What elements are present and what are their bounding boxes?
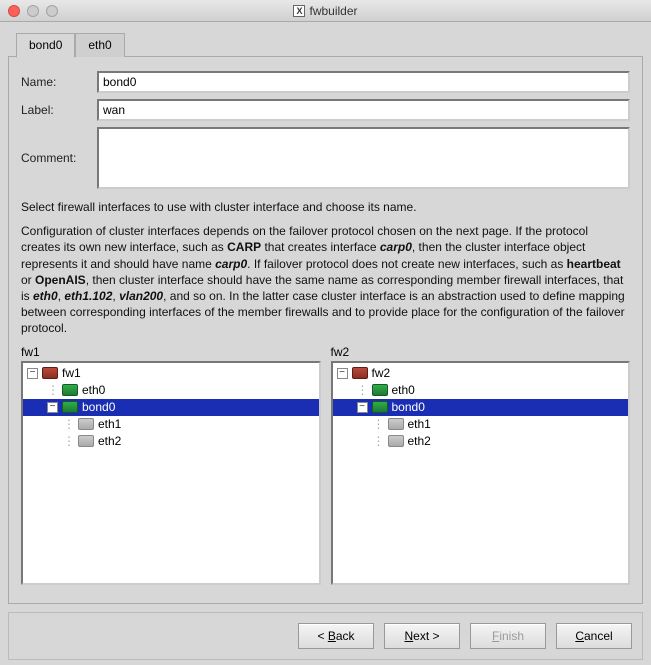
sub-interface-icon	[78, 435, 94, 447]
interface-icon	[62, 384, 78, 396]
tree-item-label: eth2	[408, 434, 431, 448]
comment-textarea[interactable]	[97, 127, 630, 189]
tree-row-root[interactable]: − fw2	[333, 365, 629, 382]
window-controls	[0, 5, 58, 17]
expander-icon[interactable]: −	[47, 402, 58, 413]
zoom-window-button[interactable]	[46, 5, 58, 17]
tree-guide: ⋮	[373, 434, 384, 448]
tree-row-sub[interactable]: ⋮ eth2	[23, 433, 319, 450]
tree-item-label: bond0	[392, 400, 425, 414]
expander-icon[interactable]: −	[27, 368, 38, 379]
interface-icon	[372, 384, 388, 396]
titlebar: X fwbuilder	[0, 0, 651, 22]
next-button[interactable]: Next >	[384, 623, 460, 649]
tree-row-if[interactable]: ⋮ eth0	[23, 382, 319, 399]
tree-item-label: eth0	[82, 383, 105, 397]
label-input[interactable]	[97, 99, 630, 121]
desc-para: Configuration of cluster interfaces depe…	[21, 223, 630, 336]
wizard-panel: Name: Label: Comment: Select firewall in…	[8, 56, 643, 604]
tab-bar: bond0 eth0	[16, 33, 643, 57]
description-text: Select firewall interfaces to use with c…	[21, 199, 630, 337]
tree-row-sub[interactable]: ⋮ eth1	[23, 416, 319, 433]
interface-icon	[372, 401, 388, 413]
tree-item-label: fw2	[372, 366, 391, 380]
firewall-icon	[352, 367, 368, 379]
tree-guide: ⋮	[63, 434, 74, 448]
tree-right[interactable]: − fw2 ⋮ eth0 − bond0	[331, 361, 631, 585]
label-label: Label:	[21, 103, 91, 117]
desc-line1: Select firewall interfaces to use with c…	[21, 199, 630, 215]
tree-guide: ⋮	[357, 383, 368, 397]
tree-item-label: eth2	[98, 434, 121, 448]
tree-row-if[interactable]: ⋮ eth0	[333, 382, 629, 399]
sub-interface-icon	[78, 418, 94, 430]
tree-right-label: fw2	[331, 345, 631, 359]
sub-interface-icon	[388, 418, 404, 430]
tree-guide: ⋮	[47, 383, 58, 397]
app-icon: X	[293, 5, 305, 17]
name-input[interactable]	[97, 71, 630, 93]
cancel-button[interactable]: Cancel	[556, 623, 632, 649]
tree-row-root[interactable]: − fw1	[23, 365, 319, 382]
sub-interface-icon	[388, 435, 404, 447]
expander-icon[interactable]: −	[337, 368, 348, 379]
tree-guide: ⋮	[373, 417, 384, 431]
back-button[interactable]: < Back	[298, 623, 374, 649]
finish-button: Finish	[470, 623, 546, 649]
tree-left[interactable]: − fw1 ⋮ eth0 − bond0	[21, 361, 321, 585]
comment-label: Comment:	[21, 151, 91, 165]
tree-left-label: fw1	[21, 345, 321, 359]
tree-item-label: eth1	[408, 417, 431, 431]
wizard-button-bar: < Back Next > Finish Cancel	[8, 612, 643, 660]
name-label: Name:	[21, 75, 91, 89]
window-title: fwbuilder	[309, 4, 357, 18]
expander-icon[interactable]: −	[357, 402, 368, 413]
tree-item-label: bond0	[82, 400, 115, 414]
tree-guide: ⋮	[63, 417, 74, 431]
tree-item-label: eth1	[98, 417, 121, 431]
tree-row-sub[interactable]: ⋮ eth1	[333, 416, 629, 433]
tab-bond0[interactable]: bond0	[16, 33, 75, 58]
tree-row-sub[interactable]: ⋮ eth2	[333, 433, 629, 450]
minimize-window-button[interactable]	[27, 5, 39, 17]
tree-item-label: fw1	[62, 366, 81, 380]
interface-icon	[62, 401, 78, 413]
tree-row-if-selected[interactable]: − bond0	[333, 399, 629, 416]
tree-item-label: eth0	[392, 383, 415, 397]
tab-eth0[interactable]: eth0	[75, 33, 124, 57]
tree-row-if-selected[interactable]: − bond0	[23, 399, 319, 416]
firewall-icon	[42, 367, 58, 379]
close-window-button[interactable]	[8, 5, 20, 17]
